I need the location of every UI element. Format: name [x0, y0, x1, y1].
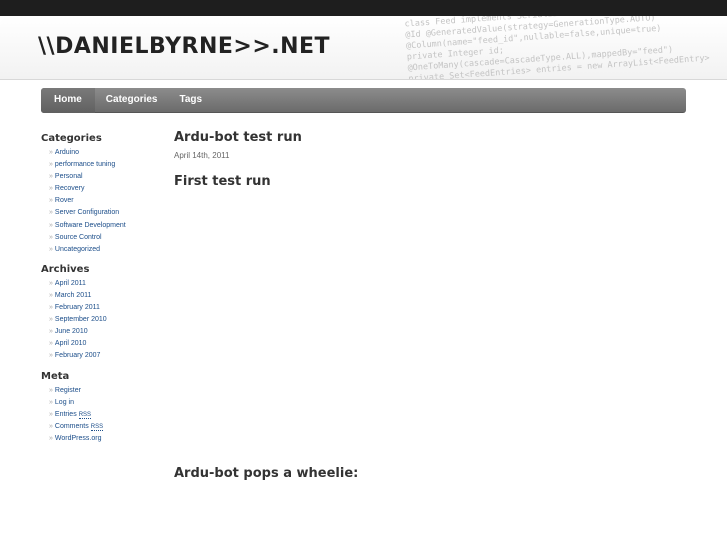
top-bar: [0, 0, 727, 16]
bullet-glyph: »: [49, 434, 53, 442]
category-link[interactable]: Server Configuration: [55, 209, 119, 216]
list-item: » WordPress.org: [41, 433, 166, 445]
main-content: Ardu-bot test run April 14th, 2011 First…: [174, 130, 684, 481]
category-link[interactable]: Personal: [55, 173, 83, 180]
list-item: » February 2011: [41, 302, 166, 314]
bullet-glyph: »: [49, 245, 53, 253]
category-link[interactable]: performance tuning: [55, 161, 115, 168]
list-item: » Comments RSS: [41, 421, 166, 433]
category-link[interactable]: Arduino: [55, 149, 79, 156]
archive-link[interactable]: February 2007: [55, 352, 101, 359]
bullet-glyph: »: [49, 209, 53, 217]
site-header: class Feed implements Serializable {@Id …: [0, 16, 727, 80]
meta-link[interactable]: WordPress.org: [55, 435, 102, 442]
list-item: » Arduino: [41, 147, 166, 159]
post-title[interactable]: Ardu-bot test run: [174, 130, 684, 145]
bullet-glyph: »: [49, 316, 53, 324]
bullet-glyph: »: [49, 340, 53, 348]
list-item: » March 2011: [41, 290, 166, 302]
list-item: » Server Configuration: [41, 207, 166, 219]
bullet-glyph: »: [49, 398, 53, 406]
meta-link[interactable]: Entries: [55, 411, 77, 418]
list-item: » Source Control: [41, 232, 166, 244]
meta-link[interactable]: Comments: [55, 423, 89, 430]
category-link[interactable]: Software Development: [55, 222, 126, 229]
post-heading-first: First test run: [174, 174, 271, 189]
bullet-glyph: »: [49, 173, 53, 181]
list-item: » Register: [41, 385, 166, 397]
meta-link[interactable]: Log in: [55, 399, 74, 406]
bullet-glyph: »: [49, 185, 53, 193]
main-nav: Home Categories Tags: [41, 88, 686, 113]
nav-item-tags[interactable]: Tags: [168, 88, 213, 113]
archive-link[interactable]: April 2010: [55, 340, 87, 347]
list-item: » September 2010: [41, 314, 166, 326]
categories-heading: Categories: [41, 133, 102, 144]
list-item: » performance tuning: [41, 159, 166, 171]
post-date: April 14th, 2011: [174, 151, 230, 160]
bullet-glyph: »: [49, 233, 53, 241]
bullet-glyph: »: [49, 221, 53, 229]
category-link[interactable]: Recovery: [55, 185, 85, 192]
archive-link[interactable]: April 2011: [55, 280, 86, 287]
list-item: » Personal: [41, 171, 166, 183]
list-item: » April 2010: [41, 338, 166, 350]
meta-list: » Register» Log in» Entries RSS» Comments RSS»…: [41, 385, 166, 445]
category-link[interactable]: Uncategorized: [55, 246, 100, 253]
header-code-decoration: class Feed implements Serializable {@Id …: [398, 16, 727, 79]
bullet-glyph: »: [49, 386, 53, 394]
archives-list: » April 2011» March 2011» February 2011» Sep…: [41, 278, 166, 363]
rss-abbr: RSS: [78, 411, 92, 419]
archive-link[interactable]: February 2011: [55, 304, 100, 311]
sidebar: Categories » Arduino» performance tuning» P…: [41, 133, 166, 453]
bullet-glyph: »: [49, 352, 53, 360]
list-item: » Log in: [41, 397, 166, 409]
bullet-glyph: »: [49, 304, 53, 312]
list-item: » June 2010: [41, 326, 166, 338]
category-link[interactable]: Rover: [55, 197, 74, 204]
bullet-glyph: »: [49, 291, 53, 299]
bullet-glyph: »: [49, 149, 53, 156]
archive-link[interactable]: September 2010: [55, 316, 107, 323]
list-item: » April 2011: [41, 278, 166, 290]
archives-heading: Archives: [41, 263, 90, 275]
category-link[interactable]: Source Control: [55, 234, 102, 241]
bullet-glyph: »: [49, 410, 53, 418]
meta-link[interactable]: Register: [55, 387, 81, 394]
categories-list: » Arduino» performance tuning» Personal» Rec…: [41, 147, 166, 256]
meta-heading: Meta: [41, 370, 70, 382]
archive-link[interactable]: March 2011: [55, 292, 91, 299]
nav-item-categories[interactable]: Categories: [95, 88, 169, 113]
list-item: » February 2007: [41, 350, 166, 362]
list-item: » Software Development: [41, 220, 166, 232]
bullet-glyph: »: [49, 197, 53, 205]
bullet-glyph: »: [49, 328, 53, 336]
bullet-glyph: »: [49, 279, 53, 287]
archive-link[interactable]: June 2010: [55, 328, 88, 335]
site-logo[interactable]: \\DANIELBYRNE>>.NET: [38, 34, 330, 59]
list-item: » Recovery: [41, 183, 166, 195]
bullet-glyph: »: [49, 161, 53, 169]
list-item: » Entries RSS: [41, 409, 166, 421]
bullet-glyph: »: [49, 422, 53, 430]
list-item: » Rover: [41, 195, 166, 207]
nav-item-home[interactable]: Home: [41, 88, 95, 113]
rss-abbr: RSS: [90, 423, 104, 431]
list-item: » Uncategorized: [41, 244, 166, 256]
post-heading-second: Ardu-bot pops a wheelie:: [174, 466, 359, 481]
